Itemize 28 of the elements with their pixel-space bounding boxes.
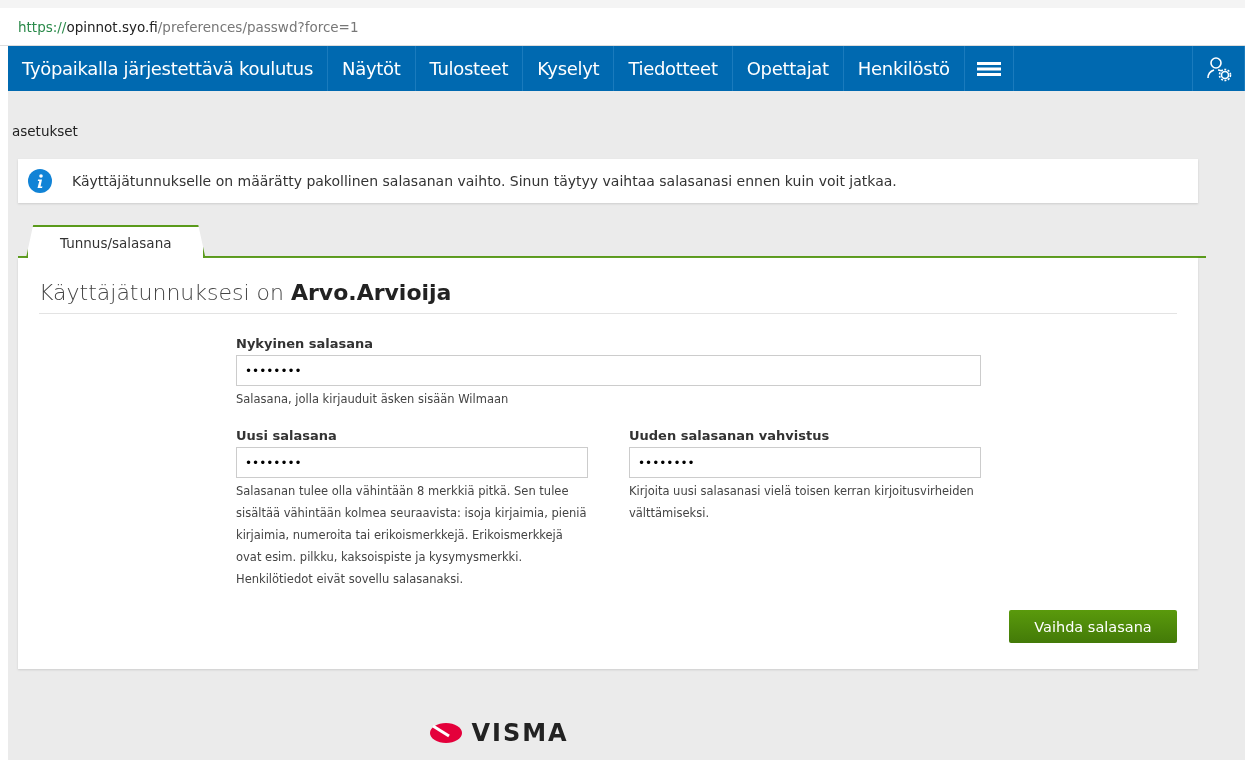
nav-link[interactable]: Tiedotteet	[614, 46, 733, 91]
nav-link[interactable]: Kyselyt	[523, 46, 615, 91]
field-help-text: Salasana, jolla kirjauduit äsken sisään Wilmaan	[236, 391, 510, 408]
page-heading: Käyttäjätunnuksesi on Arvo.Arvioija	[39, 280, 1177, 314]
nav-link[interactable]: Henkilöstö	[843, 46, 965, 91]
nav-link[interactable]: Opettajat	[732, 46, 844, 91]
notice-text: Käyttäjätunnukselle on määrätty pakollinen salasanan vaihto. Sinun täytyy vaihtaa salasanasi ennen kuin voit jatkaa.	[72, 173, 897, 189]
info-icon	[28, 169, 52, 193]
submit-button[interactable]: Vaihda salasana	[1009, 610, 1177, 643]
user-gear-icon	[1205, 55, 1232, 82]
menu-icon	[976, 61, 1001, 76]
field-label: Nykyinen salasana	[236, 336, 375, 351]
tab[interactable]: Tunnus/salasana	[26, 225, 206, 258]
address-url[interactable]: https://opinnot.syo.fi/preferences/passwd?force=1	[18, 18, 359, 35]
field-help-text: Kirjoita uusi salasanasi vielä toisen kerran kirjoitusvirheiden välttämiseksi.	[629, 483, 975, 522]
field-label: Uusi salasana	[236, 428, 338, 443]
nav-link[interactable]: Työpaikalla järjestettävä koulutus	[8, 46, 329, 91]
password-field[interactable]: ••••••••	[629, 447, 981, 478]
nav-link[interactable]: Näytöt	[328, 46, 416, 91]
breadcrumb: asetukset	[11, 122, 79, 141]
nav-link[interactable]: Tulosteet	[415, 46, 524, 91]
field-label: Uuden salasanan vahvistus	[629, 428, 831, 443]
footer-logo: VISMA	[471, 719, 569, 747]
password-field[interactable]: ••••••••	[236, 355, 981, 386]
field-help-text: Salasanan tulee olla vähintään 8 merkkiä pitkä. Sen tulee sisältää vähintään kolmea seuraavista: isoja kirjaimia, pieniä kirjaimia, numeroita tai erikoismerkkejä. Erikoismerkkejä ovat esim. pilkku, kaksoispiste ja kysymysmerkki. Henkilötiedot eivät sovellu salasanaksi.	[236, 483, 588, 588]
user-settings-button[interactable]	[1192, 46, 1245, 91]
password-field[interactable]: ••••••••	[236, 447, 588, 478]
logo-swoosh-icon	[429, 722, 464, 744]
